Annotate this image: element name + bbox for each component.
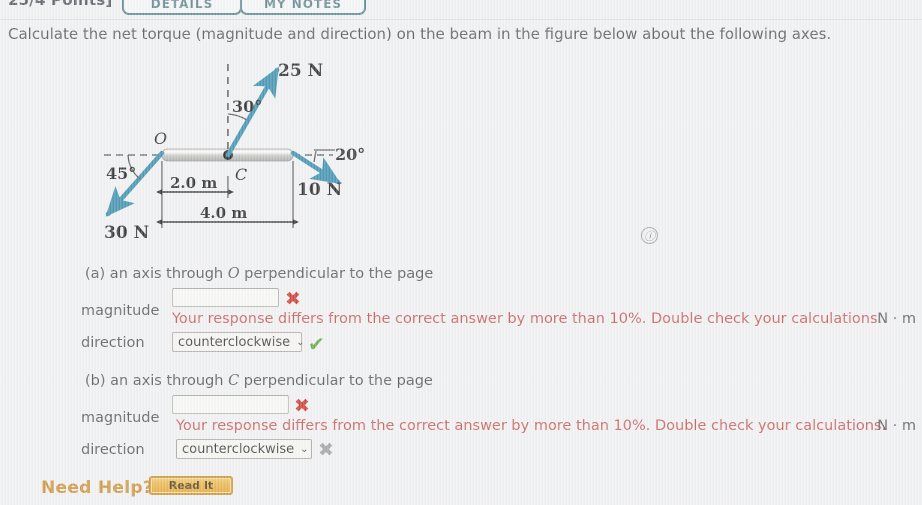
angle-20-tick xyxy=(313,150,317,163)
part-b-direction-mark: ✖ xyxy=(318,439,334,461)
part-a-magnitude-mark: ✖ xyxy=(285,288,301,310)
part-a-direction-select[interactable]: counterclockwise ⌄ xyxy=(172,332,305,352)
part-b-feedback: Your response differs from the correct a… xyxy=(176,418,887,434)
points-label: 25/4 Points] xyxy=(8,0,113,9)
assignment-header: 25/4 Points] DETAILS MY NOTES xyxy=(0,0,922,18)
part-b-title-suffix: perpendicular to the page xyxy=(239,373,433,389)
label-dim-4m: 4.0 m xyxy=(200,204,247,222)
my-notes-button[interactable]: MY NOTES xyxy=(240,0,366,15)
chevron-down-icon: ⌄ xyxy=(296,336,305,348)
label-force-25n: 25 N xyxy=(278,61,323,81)
part-b-units: N · m xyxy=(877,418,916,434)
info-icon[interactable]: ⓘ xyxy=(641,227,658,244)
beam-force-diagram: O C 25 N 30 N 10 N 30° 45° 20° 2.0 m 4.0… xyxy=(90,52,365,257)
part-b-title-prefix: (b) an axis through xyxy=(85,373,229,389)
part-b-title: (b) an axis through C perpendicular to t… xyxy=(85,373,433,389)
label-angle-30: 30° xyxy=(232,97,262,116)
part-a-axis-symbol: O xyxy=(227,266,240,282)
force-30n-arrow xyxy=(105,150,165,217)
part-a-direction-value: counterclockwise xyxy=(178,334,291,350)
label-angle-45: 45° xyxy=(106,164,136,183)
part-b-axis-symbol: C xyxy=(228,373,240,389)
chevron-down-icon: ⌄ xyxy=(300,443,309,455)
label-force-10n: 10 N xyxy=(297,180,342,200)
part-a-title-suffix: perpendicular to the page xyxy=(239,266,434,282)
label-angle-20: 20° xyxy=(335,145,365,164)
part-a-magnitude-input[interactable] xyxy=(172,288,279,307)
part-a-direction-mark: ✔ xyxy=(308,332,325,356)
part-a-magnitude-label: magnitude xyxy=(81,303,160,319)
part-a-title-prefix: (a) an axis through xyxy=(85,266,228,282)
part-b-magnitude-mark: ✖ xyxy=(294,395,310,417)
part-a-title: (a) an axis through O perpendicular to t… xyxy=(85,266,433,282)
label-point-o: O xyxy=(154,129,167,148)
part-b-magnitude-input[interactable] xyxy=(172,395,289,414)
read-it-button[interactable]: Read It xyxy=(149,476,233,495)
part-b-magnitude-label: magnitude xyxy=(81,410,160,426)
need-help-label: Need Help? xyxy=(41,478,153,498)
part-a-units: N · m xyxy=(877,311,916,327)
label-point-c: C xyxy=(235,165,247,184)
part-b-direction-label: direction xyxy=(81,442,145,458)
details-button[interactable]: DETAILS xyxy=(122,0,242,15)
part-a-feedback: Your response differs from the correct a… xyxy=(172,311,883,327)
label-force-30n: 30 N xyxy=(104,223,149,243)
header-divider xyxy=(0,19,922,20)
label-dim-2m: 2.0 m xyxy=(170,174,217,192)
part-b-direction-select[interactable]: counterclockwise ⌄ xyxy=(176,439,312,459)
question-prompt: Calculate the net torque (magnitude and … xyxy=(8,25,832,43)
part-a-direction-label: direction xyxy=(81,335,145,351)
part-b-direction-value: counterclockwise xyxy=(182,441,295,457)
